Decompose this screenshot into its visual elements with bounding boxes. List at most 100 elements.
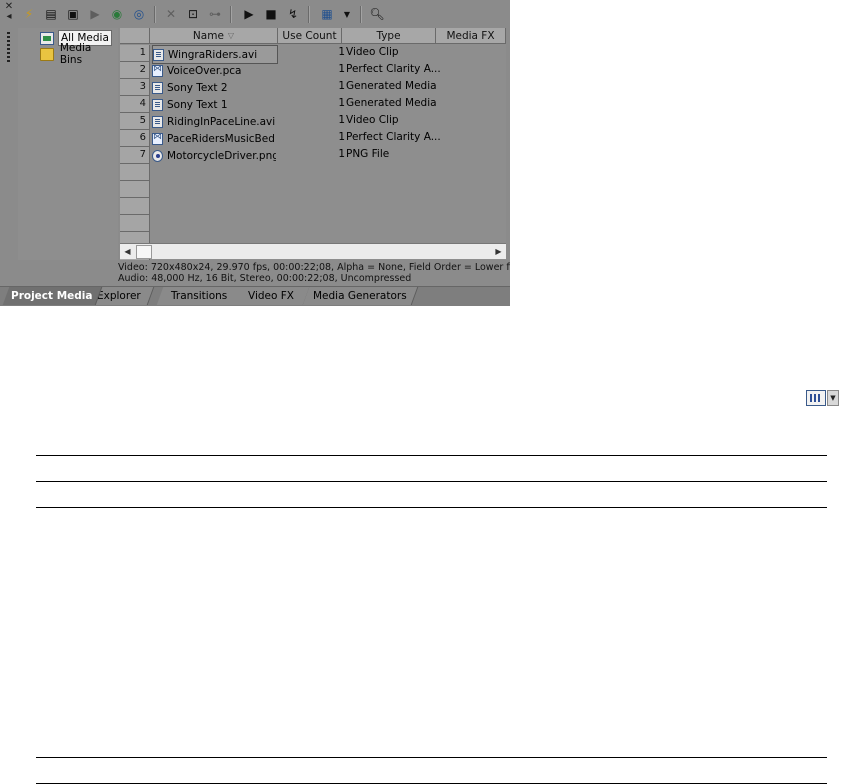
table-row[interactable]: Sony Text 2 1 Generated Media <box>150 79 506 96</box>
column-label: Name <box>192 29 224 42</box>
row-number[interactable] <box>120 164 150 181</box>
folder-icon <box>40 47 54 61</box>
cell-type: Video Clip <box>346 46 399 58</box>
chevron-down-icon[interactable]: ▼ <box>827 390 839 406</box>
media-info-status: Video: 720x480x24, 29.970 fps, 00:00:22;… <box>118 262 510 284</box>
toolbar: ⚡ ▤ ▣ ▶ ◉ ◎ ✕ ⊡ ⊶ ▶ ■ ↯ ▦ ▼ 🔍︎ <box>18 3 510 27</box>
cell-use-count: 1 <box>338 114 345 126</box>
views-icon[interactable] <box>806 390 826 406</box>
cell-name[interactable]: VoiceOver.pca <box>152 62 276 79</box>
table-rule <box>36 455 827 456</box>
media-name: WingraRiders.avi <box>168 48 258 61</box>
column-header-type[interactable]: Type <box>342 28 436 44</box>
capture-video-icon[interactable]: ▣ <box>64 5 82 23</box>
tab-transitions[interactable]: Transitions <box>156 287 243 305</box>
cell-use-count: 1 <box>338 46 345 58</box>
row-number[interactable]: 6 <box>120 130 150 147</box>
column-header-media-fx[interactable]: Media FX <box>436 28 506 44</box>
row-number[interactable]: 7 <box>120 147 150 164</box>
column-header-name[interactable]: Name ▽ <box>150 28 278 44</box>
play-icon[interactable]: ▶ <box>240 5 258 23</box>
cell-type: Perfect Clarity A... <box>346 63 441 75</box>
cell-use-count: 1 <box>338 148 345 160</box>
cell-use-count: 1 <box>338 131 345 143</box>
tree-item-media-bins[interactable]: Media Bins <box>40 42 118 66</box>
video-file-icon <box>153 48 164 61</box>
row-number[interactable]: 1 <box>120 45 150 62</box>
media-name: VoiceOver.pca <box>167 64 242 77</box>
window-dock-controls: ✕ ◂ <box>3 2 15 22</box>
media-name: Sony Text 2 <box>167 81 228 94</box>
scroll-left-icon[interactable]: ◀ <box>120 244 135 259</box>
media-name: PaceRidersMusicBed... <box>167 132 276 145</box>
auto-preview-icon[interactable]: ↯ <box>284 5 302 23</box>
search-icon[interactable]: 🔍︎ <box>368 5 386 23</box>
table-row[interactable]: RidingInPaceLine.avi 1 Video Clip <box>150 113 506 130</box>
row-number[interactable] <box>120 181 150 198</box>
table-row[interactable]: MotorcycleDriver.png 1 PNG File <box>150 147 506 164</box>
cell-name[interactable]: RidingInPaceLine.avi <box>152 113 276 130</box>
tab-media-generators[interactable]: Media Generators <box>302 287 419 305</box>
delete-icon[interactable]: ✕ <box>162 5 180 23</box>
scroll-thumb[interactable] <box>136 245 152 259</box>
cell-name[interactable]: PaceRidersMusicBed... <box>152 130 276 147</box>
media-properties-icon[interactable]: ◎ <box>130 5 148 23</box>
stop-icon[interactable]: ■ <box>262 5 280 23</box>
tab-label: Media Generators <box>313 290 407 302</box>
row-number[interactable] <box>120 198 150 215</box>
table-row[interactable]: Sony Text 1 1 Generated Media <box>150 96 506 113</box>
media-name: RidingInPaceLine.avi <box>167 115 276 128</box>
table-row[interactable]: PaceRidersMusicBed... 1Perfect Clarity A.… <box>150 130 506 147</box>
row-number[interactable]: 5 <box>120 113 150 130</box>
toolbar-separator <box>230 6 232 23</box>
clip-properties-icon[interactable]: ⊶ <box>206 5 224 23</box>
tab-label: Video FX <box>248 290 294 302</box>
views-button[interactable]: ▼ <box>806 389 842 407</box>
toolbar-separator <box>308 6 310 23</box>
cell-name[interactable]: Sony Text 2 <box>152 79 276 96</box>
table-rule <box>36 507 827 508</box>
trim-icon[interactable]: ⊡ <box>184 5 202 23</box>
tab-label: Transitions <box>170 290 228 302</box>
audio-file-icon <box>152 132 163 145</box>
cell-use-count: 1 <box>338 63 345 75</box>
dropdown-icon[interactable]: ▼ <box>338 5 356 23</box>
column-header-use-count[interactable]: Use Count <box>278 28 342 44</box>
cell-name[interactable]: MotorcycleDriver.png <box>152 147 276 164</box>
audio-file-icon <box>152 64 163 77</box>
media-list: Name ▽ Use Count Type Media FX 1 WingraRid… <box>120 28 506 260</box>
video-file-icon <box>152 98 163 111</box>
get-photo-icon[interactable]: ▶ <box>86 5 104 23</box>
media-name: MotorcycleDriver.png <box>167 149 276 162</box>
table-row[interactable]: WingraRiders.avi 1 Video Clip <box>150 45 506 64</box>
image-file-icon <box>152 149 163 162</box>
lightning-icon[interactable]: ⚡ <box>20 5 38 23</box>
tab-label: Explorer <box>97 290 141 302</box>
row-number[interactable]: 4 <box>120 96 150 113</box>
cell-type: Generated Media <box>346 97 437 109</box>
cell-type: Generated Media <box>346 80 437 92</box>
collapse-arrow-icon[interactable]: ◂ <box>3 12 15 22</box>
drag-grip[interactable] <box>7 32 10 62</box>
scroll-right-icon[interactable]: ▶ <box>491 244 506 259</box>
cell-type: PNG File <box>346 148 390 160</box>
horizontal-scrollbar[interactable]: ◀ ▶ <box>120 243 506 259</box>
cell-name[interactable]: Sony Text 1 <box>152 96 276 113</box>
table-row[interactable]: VoiceOver.pca 1Perfect Clarity A... <box>150 62 506 79</box>
media-bins-tree: All Media Media Bins <box>18 28 118 260</box>
tab-project-media[interactable]: Project Media <box>2 287 103 305</box>
burn-disc-icon[interactable]: ◉ <box>108 5 126 23</box>
project-media-window: ✕ ◂ ⚡ ▤ ▣ ▶ ◉ ◎ ✕ ⊡ ⊶ ▶ ■ ↯ ▦ ▼ 🔍︎ All M… <box>0 0 510 306</box>
table-rule <box>36 481 827 482</box>
views-icon[interactable]: ▦ <box>318 5 336 23</box>
import-media-icon[interactable]: ▤ <box>42 5 60 23</box>
tab-video-fx[interactable]: Video FX <box>232 287 311 305</box>
row-number[interactable]: 3 <box>120 79 150 96</box>
cell-use-count: 1 <box>338 80 345 92</box>
row-number[interactable] <box>120 215 150 232</box>
column-label: Use Count <box>282 29 337 42</box>
column-label: Type <box>376 29 401 42</box>
cell-use-count: 1 <box>338 97 345 109</box>
row-number[interactable]: 2 <box>120 62 150 79</box>
tree-item-label: Media Bins <box>59 42 92 66</box>
